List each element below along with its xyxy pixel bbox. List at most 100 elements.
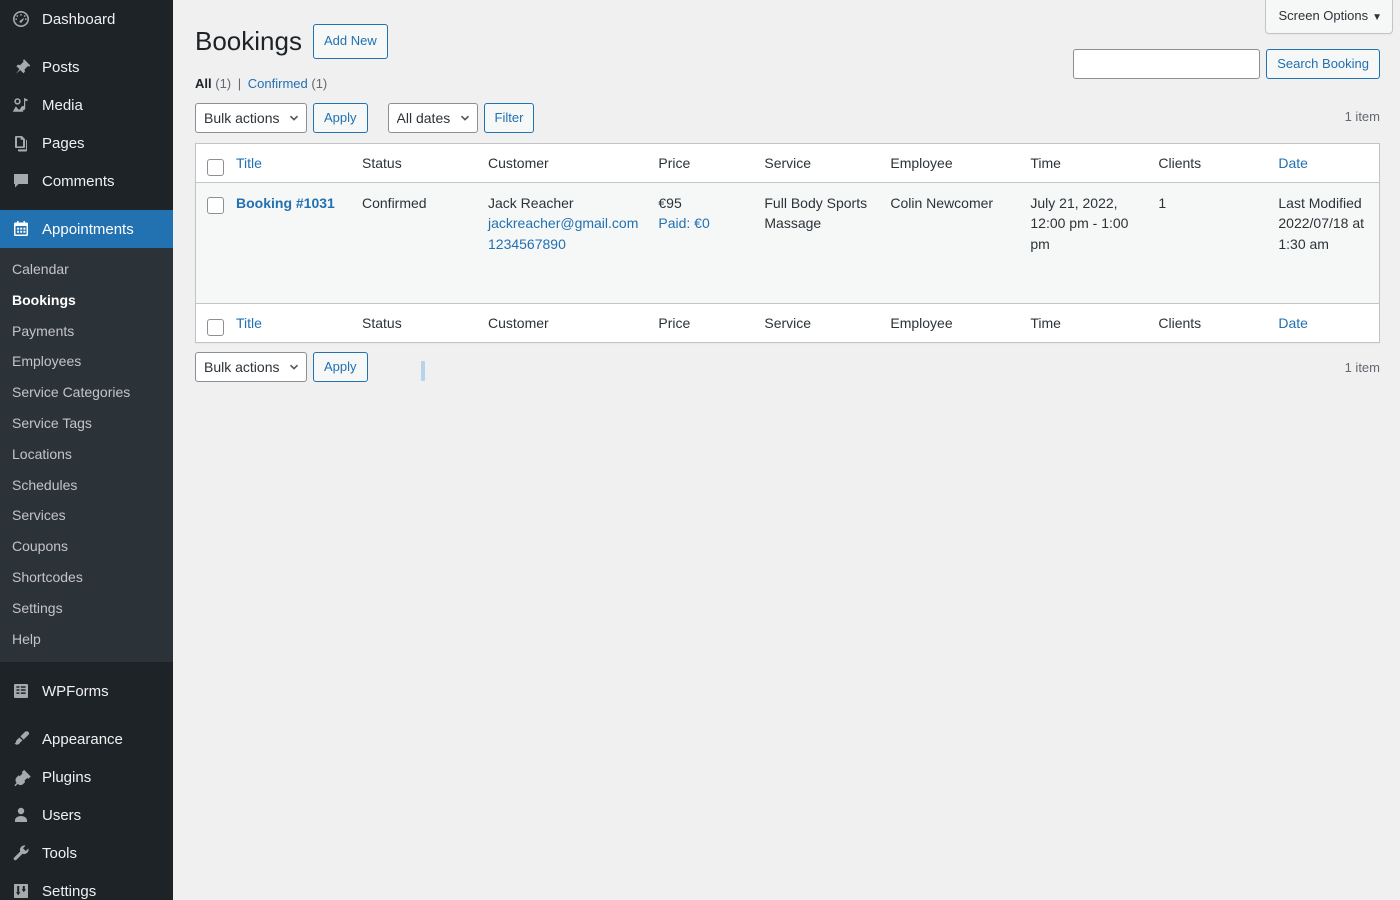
search-booking-button[interactable]: Search Booking: [1266, 49, 1380, 79]
sidebar-item-dashboard[interactable]: Dashboard: [0, 0, 173, 38]
sidebar-item-pages[interactable]: Pages: [0, 124, 173, 162]
view-filter-confirmed-link[interactable]: Confirmed: [248, 76, 308, 91]
text-caret-indicator: [421, 361, 425, 382]
cell-customer: Jack Reacher jackreacher@gmail.com 12345…: [478, 183, 648, 303]
all-dates-select[interactable]: All dates: [387, 102, 478, 133]
sidebar-subitem-schedules[interactable]: Schedules: [0, 470, 173, 501]
column-header-date[interactable]: Date: [1268, 144, 1379, 183]
column-footer-clients: Clients: [1148, 302, 1269, 342]
column-header-title[interactable]: Title: [226, 144, 352, 183]
page-title: Bookings: [195, 26, 302, 56]
search-input[interactable]: [1073, 49, 1261, 79]
column-header-price: Price: [648, 144, 755, 183]
cell-title: Booking #1031: [226, 183, 352, 303]
screen-meta-links: Screen Options ▼: [1265, 0, 1393, 35]
cell-date: Last Modified 2022/07/18 at 1:30 am: [1268, 183, 1379, 303]
select-all-checkbox-top[interactable]: [207, 159, 224, 177]
sidebar-separator: [0, 710, 173, 720]
chevron-down-icon: ▼: [1372, 12, 1382, 23]
customer-phone-link[interactable]: 1234567890: [488, 236, 566, 252]
add-new-button[interactable]: Add New: [312, 23, 388, 59]
sidebar-item-users[interactable]: Users: [0, 796, 173, 834]
sidebar-subitem-service-categories[interactable]: Service Categories: [0, 377, 173, 408]
column-header-title-link[interactable]: Title: [236, 155, 262, 171]
sidebar-subitem-shortcodes[interactable]: Shortcodes: [0, 562, 173, 593]
table-footer-row: Title Status Customer Price Service Empl…: [196, 302, 1379, 342]
bulk-actions-select-top[interactable]: Bulk actions: [195, 102, 307, 133]
sidebar-item-posts[interactable]: Posts: [0, 48, 173, 86]
dashboard-icon: [10, 8, 32, 30]
column-header-date-link[interactable]: Date: [1278, 155, 1308, 171]
sidebar-item-settings[interactable]: Settings: [0, 872, 173, 900]
page-wrap: Bookings Add New Search Booking All (1) …: [173, 0, 1400, 388]
bulk-actions-group-top: Bulk actions Apply: [195, 102, 368, 133]
calendar-icon: [10, 218, 32, 240]
sidebar-subitem-employees[interactable]: Employees: [0, 346, 173, 377]
filter-button[interactable]: Filter: [483, 102, 535, 133]
column-footer-title-link[interactable]: Title: [236, 315, 262, 331]
admin-sidebar: Dashboard Posts Media Pages Comments App…: [0, 0, 173, 900]
sidebar-item-appearance[interactable]: Appearance: [0, 720, 173, 758]
select-all-checkbox-bottom[interactable]: [207, 319, 224, 337]
table-foot: Title Status Customer Price Service Empl…: [196, 302, 1379, 342]
tablenav-top: Bulk actions Apply All dates Filter 1 it…: [195, 102, 1380, 139]
sidebar-item-label: WPForms: [42, 682, 109, 700]
sidebar-subitem-services[interactable]: Services: [0, 500, 173, 531]
sidebar-item-label: Appearance: [42, 730, 123, 748]
column-header-status: Status: [352, 144, 478, 183]
screen-options-button[interactable]: Screen Options ▼: [1265, 0, 1393, 35]
view-filter-confirmed[interactable]: Confirmed (1): [248, 71, 327, 97]
sidebar-subitem-coupons[interactable]: Coupons: [0, 531, 173, 562]
booking-title-link[interactable]: Booking #1031: [236, 195, 335, 211]
appointments-submenu: Calendar Bookings Payments Employees Ser…: [0, 248, 173, 663]
sidebar-separator: [0, 200, 173, 210]
sidebar-subitem-settings[interactable]: Settings: [0, 593, 173, 624]
apply-button-top[interactable]: Apply: [313, 102, 368, 133]
apply-button-bottom[interactable]: Apply: [313, 352, 368, 383]
sidebar-subitem-service-tags[interactable]: Service Tags: [0, 408, 173, 439]
column-footer-employee: Employee: [880, 302, 1021, 342]
cell-employee: Colin Newcomer: [890, 194, 994, 211]
sidebar-item-media[interactable]: Media: [0, 86, 173, 124]
sidebar-item-wpforms[interactable]: WPForms: [0, 672, 173, 710]
sidebar-subitem-payments[interactable]: Payments: [0, 316, 173, 347]
column-footer-title[interactable]: Title: [226, 302, 352, 342]
table-head: Title Status Customer Price Service Empl…: [196, 144, 1379, 183]
pin-icon: [10, 56, 32, 78]
bulk-actions-select-wrap-bottom: Bulk actions: [195, 352, 307, 383]
column-footer-customer: Customer: [478, 302, 649, 342]
view-filter-confirmed-count: (1): [311, 75, 328, 91]
bulk-actions-select-wrap-top: Bulk actions: [195, 102, 307, 133]
row-checkbox[interactable]: [207, 196, 224, 214]
sidebar-item-label: Comments: [42, 172, 115, 190]
column-header-customer: Customer: [478, 144, 649, 183]
price-value: €95: [658, 194, 682, 211]
sidebar-item-plugins[interactable]: Plugins: [0, 758, 173, 796]
displaying-num-bottom: 1 item: [1344, 360, 1380, 376]
sidebar-item-appointments[interactable]: Appointments: [0, 210, 173, 248]
view-filter-all[interactable]: All (1) |: [195, 71, 244, 97]
bulk-actions-group-bottom: Bulk actions Apply: [195, 352, 368, 383]
sidebar-item-label: Media: [42, 96, 83, 114]
sidebar-subitem-help[interactable]: Help: [0, 624, 173, 655]
sidebar-subitem-bookings[interactable]: Bookings: [0, 285, 173, 316]
bulk-actions-select-bottom[interactable]: Bulk actions: [195, 352, 307, 383]
cell-clients: 1: [1158, 194, 1167, 211]
cell-service: Full Body Sports Massage: [764, 194, 868, 232]
media-icon: [10, 94, 32, 116]
cell-status: Confirmed: [362, 194, 427, 211]
table-header-row: Title Status Customer Price Service Empl…: [196, 144, 1379, 183]
row-select-cell: [196, 183, 226, 303]
sidebar-item-comments[interactable]: Comments: [0, 162, 173, 200]
sidebar-subitem-locations[interactable]: Locations: [0, 439, 173, 470]
paid-value: Paid: €0: [658, 215, 710, 232]
column-footer-service: Service: [754, 302, 881, 342]
view-filter-all-link[interactable]: All: [195, 76, 212, 91]
column-footer-date-link[interactable]: Date: [1278, 315, 1308, 331]
sidebar-item-tools[interactable]: Tools: [0, 834, 173, 872]
screen-options-label: Screen Options: [1278, 8, 1369, 23]
customer-email-link[interactable]: jackreacher@gmail.com: [488, 215, 638, 231]
sidebar-subitem-calendar[interactable]: Calendar: [0, 254, 173, 285]
column-footer-date[interactable]: Date: [1268, 302, 1379, 342]
user-icon: [10, 804, 32, 826]
